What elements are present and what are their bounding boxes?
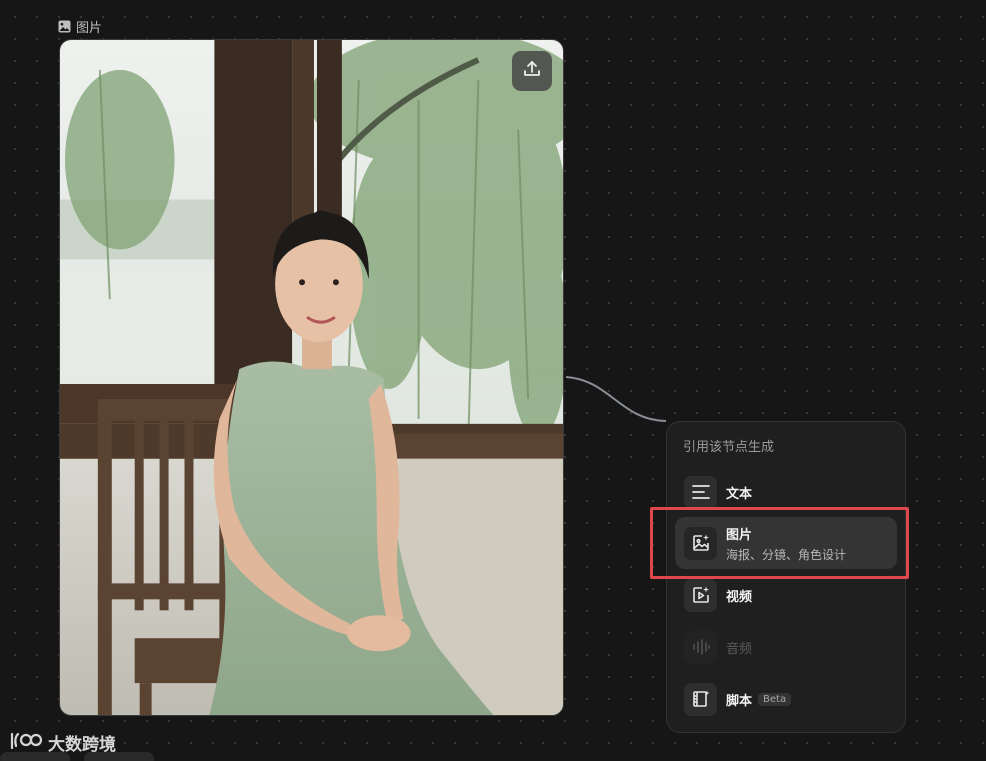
portrait-photo: [60, 40, 563, 715]
upload-button[interactable]: [512, 51, 552, 91]
highlight-annotation: [650, 507, 909, 579]
beta-badge: Beta: [758, 692, 792, 706]
menu-item-label: 视频: [726, 589, 753, 605]
menu-item-label: 文本: [726, 486, 753, 502]
node-title: 图片: [58, 17, 102, 36]
film-script-icon: [684, 682, 717, 716]
menu-item-label-text: 脚本: [726, 693, 753, 709]
node-title-text: 图片: [76, 21, 103, 36]
menu-item-audio: 音频: [675, 625, 897, 669]
image-node-card[interactable]: [59, 39, 564, 716]
menu-item-label: 音频: [726, 641, 753, 657]
upload-icon: [522, 59, 542, 83]
image-icon: [58, 20, 71, 33]
video-sparkle-icon: [684, 578, 717, 612]
text-lines-icon: [684, 475, 717, 509]
audio-wave-icon: [684, 630, 717, 664]
menu-item-script[interactable]: 脚本 Beta: [675, 677, 897, 721]
menu-item-video[interactable]: 视频: [675, 573, 897, 617]
menu-item-label: 脚本 Beta: [726, 690, 792, 709]
panel-title: 引用该节点生成: [683, 440, 775, 455]
